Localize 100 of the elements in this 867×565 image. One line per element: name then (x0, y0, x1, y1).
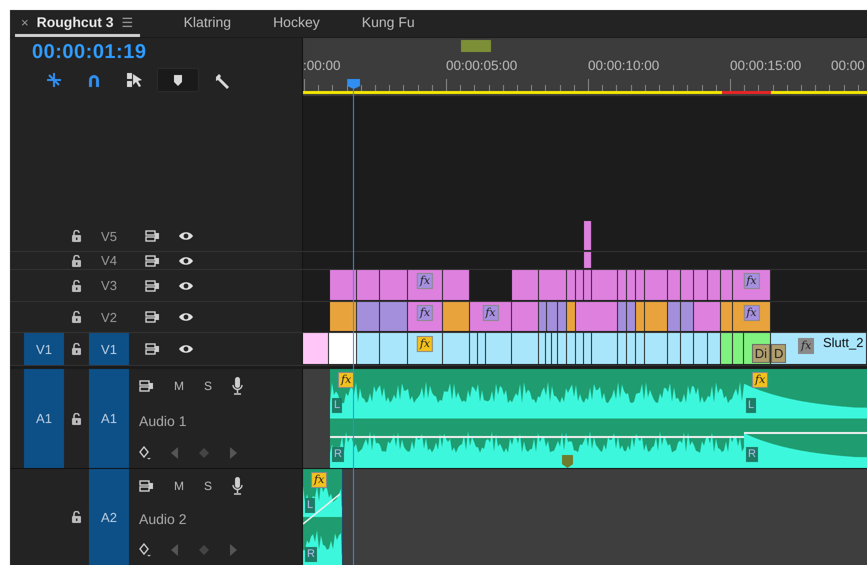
lock-icon[interactable] (72, 343, 81, 355)
fx-badge[interactable]: fx (743, 273, 760, 289)
track-target[interactable]: V4 (89, 252, 129, 269)
marker-icon[interactable] (461, 40, 491, 52)
microphone-icon[interactable] (232, 377, 244, 395)
video-clip[interactable] (547, 302, 558, 331)
video-clip[interactable] (636, 302, 645, 331)
video-clip[interactable]: fx (733, 302, 771, 331)
video-clip[interactable] (627, 333, 636, 364)
video-clip[interactable] (618, 302, 627, 331)
video-clip[interactable] (681, 270, 694, 300)
track-name[interactable]: Audio 2 (139, 511, 244, 527)
track-target[interactable]: V2 (89, 302, 129, 332)
lock-icon[interactable] (72, 230, 81, 242)
keyframe-icon[interactable] (139, 446, 151, 460)
video-clip[interactable] (592, 270, 618, 300)
playhead-handle[interactable] (347, 79, 360, 89)
eye-icon[interactable] (178, 280, 194, 290)
video-clip[interactable] (645, 333, 668, 364)
video-clip[interactable] (681, 333, 694, 364)
video-clip[interactable] (721, 333, 733, 364)
video-clip[interactable] (645, 270, 668, 300)
video-clip[interactable] (584, 270, 592, 300)
video-clip[interactable]: fx (733, 270, 771, 300)
video-clip[interactable]: fx (408, 333, 443, 364)
video-clip[interactable] (681, 302, 694, 331)
video-clip[interactable] (512, 270, 539, 300)
video-clip[interactable] (636, 270, 645, 300)
clip-marker[interactable] (562, 455, 573, 468)
video-clip[interactable] (708, 333, 721, 364)
video-clip[interactable]: fx (470, 302, 512, 331)
track-name[interactable]: Audio 1 (139, 412, 244, 428)
video-clip[interactable] (618, 333, 627, 364)
transition-marker[interactable]: Di (752, 344, 770, 363)
video-clip[interactable]: fx (408, 270, 443, 300)
video-clip[interactable] (645, 302, 668, 331)
sequence-tab[interactable]: Hockey (267, 10, 326, 37)
video-clip[interactable] (592, 333, 618, 364)
playhead-line[interactable] (353, 88, 354, 565)
source-patch[interactable]: A1 (24, 369, 64, 468)
eye-icon[interactable] (178, 256, 194, 266)
video-clip[interactable] (357, 302, 380, 331)
video-clip[interactable]: D fx Slutt_2 (771, 333, 867, 364)
video-clip[interactable] (486, 333, 512, 364)
video-clip[interactable] (584, 333, 592, 364)
video-clip[interactable] (380, 302, 408, 331)
time-ruler[interactable]: :00:00 00:00:05:00 00:00:10:00 00:00:15:00 00:00 (303, 38, 867, 96)
fx-badge[interactable]: fx (311, 472, 328, 488)
track-target[interactable]: A2 (89, 469, 129, 565)
toggle-output-icon[interactable] (145, 343, 160, 355)
audio-clip[interactable]: fx L R (744, 369, 867, 468)
track-target[interactable]: A1 (89, 369, 129, 468)
video-clip[interactable] (694, 302, 721, 331)
video-clip[interactable] (478, 333, 486, 364)
transition-marker[interactable]: D (771, 344, 786, 363)
fx-badge[interactable]: fx (416, 305, 434, 321)
video-clip[interactable] (539, 302, 547, 331)
video-clip[interactable] (668, 270, 681, 300)
video-clip[interactable] (546, 333, 552, 364)
video-clip[interactable]: fx (408, 302, 443, 331)
eye-icon[interactable] (178, 312, 194, 322)
track-target[interactable]: V1 (89, 333, 129, 365)
video-clip[interactable] (380, 333, 408, 364)
sequence-tab[interactable]: × Roughcut 3 ☰ (15, 10, 140, 37)
video-clip[interactable] (567, 270, 576, 300)
video-clip[interactable] (668, 302, 681, 331)
lock-icon[interactable] (72, 412, 81, 424)
video-clip[interactable] (627, 270, 636, 300)
video-clip[interactable] (576, 302, 618, 331)
video-clip[interactable] (512, 302, 539, 331)
video-clip[interactable] (584, 221, 592, 250)
video-clip[interactable] (721, 302, 733, 331)
menu-icon[interactable]: ☰ (122, 14, 134, 30)
video-clip[interactable] (558, 333, 567, 364)
video-clip[interactable] (443, 302, 470, 331)
fx-badge[interactable]: fx (416, 336, 434, 352)
video-clip[interactable] (694, 333, 708, 364)
lock-icon[interactable] (72, 280, 81, 292)
mute-button[interactable]: M (174, 379, 184, 393)
video-clip[interactable] (552, 333, 558, 364)
video-clip[interactable] (357, 270, 380, 300)
toggle-output-icon[interactable] (145, 254, 160, 266)
video-clip[interactable] (721, 270, 733, 300)
track-target[interactable]: V5 (89, 221, 129, 251)
video-clip[interactable] (539, 333, 546, 364)
video-clip[interactable] (539, 270, 567, 300)
video-clip[interactable] (443, 333, 470, 364)
video-clip[interactable] (618, 270, 627, 300)
video-clip[interactable] (303, 333, 329, 364)
fx-badge[interactable]: fx (482, 305, 499, 321)
close-icon[interactable]: × (21, 14, 29, 30)
video-clip[interactable] (329, 333, 357, 364)
solo-button[interactable]: S (204, 479, 212, 493)
fx-badge[interactable]: fx (798, 338, 814, 354)
lock-icon[interactable] (72, 254, 81, 266)
video-clip[interactable] (330, 270, 357, 300)
toggle-output-icon[interactable] (145, 230, 160, 242)
toggle-output-icon[interactable] (139, 480, 154, 492)
video-clip[interactable] (443, 270, 470, 300)
toggle-output-icon[interactable] (139, 380, 154, 392)
